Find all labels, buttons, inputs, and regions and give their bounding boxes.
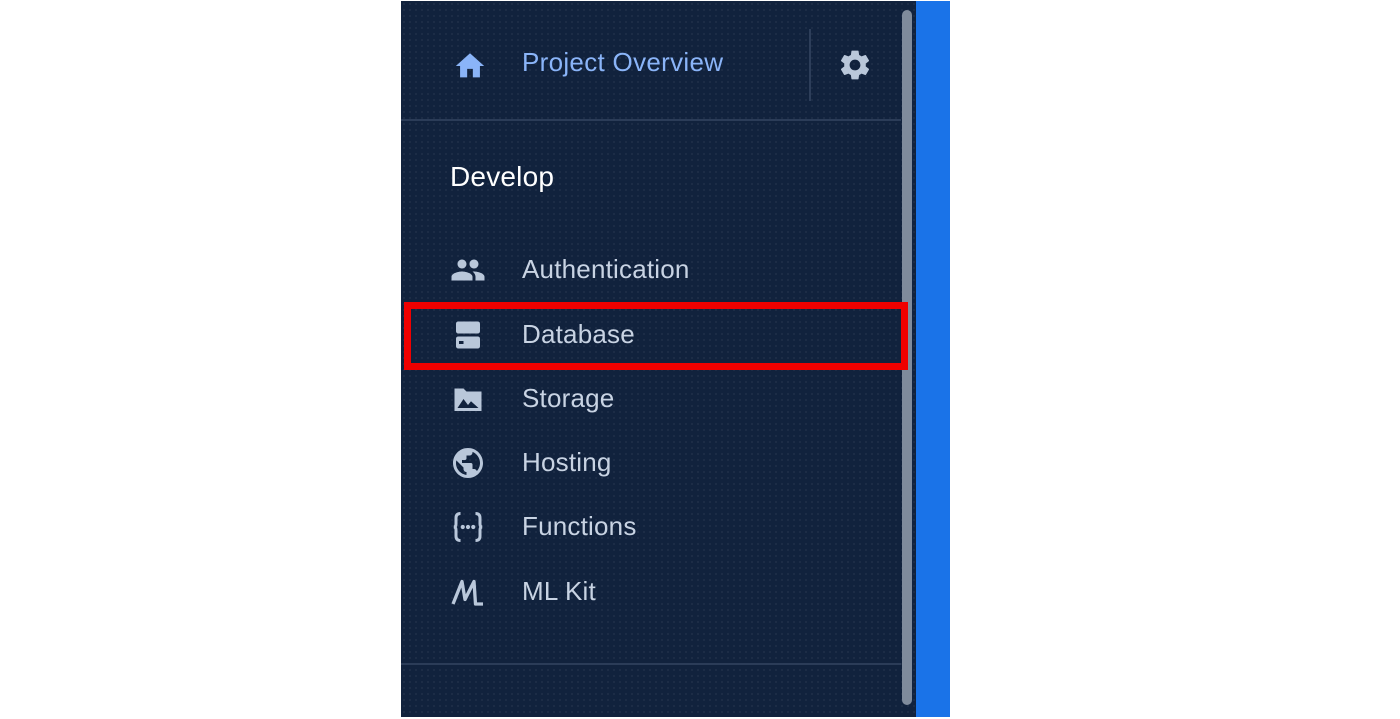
sidebar-item-label: Storage xyxy=(522,383,615,413)
screenshot-stage: Project Overview Develop Authentication … xyxy=(0,0,1400,719)
sidebar-item-label: Authentication xyxy=(522,254,690,284)
sidebar-item-ml-kit[interactable]: ML Kit xyxy=(401,560,901,624)
database-icon xyxy=(456,321,480,349)
people-icon xyxy=(451,259,485,281)
functions-icon xyxy=(453,512,483,542)
sidebar-scrollbar[interactable] xyxy=(902,10,912,705)
sidebar-item-storage[interactable]: Storage xyxy=(401,367,901,431)
sidebar-item-label: Functions xyxy=(522,511,637,541)
sidebar-item-database[interactable]: Database xyxy=(401,303,901,367)
header-divider xyxy=(809,29,811,101)
sidebar-item-authentication[interactable]: Authentication xyxy=(401,238,901,302)
develop-section-title: Develop xyxy=(450,161,555,192)
sidebar-item-functions[interactable]: Functions xyxy=(401,495,901,559)
gear-icon[interactable] xyxy=(837,47,873,83)
header-separator xyxy=(401,119,901,121)
image-folder-icon xyxy=(454,388,482,411)
home-icon[interactable] xyxy=(452,49,488,83)
navigation-sidebar: Project Overview Develop Authentication … xyxy=(401,1,916,717)
sidebar-item-label: ML Kit xyxy=(522,576,596,606)
section-separator xyxy=(401,663,901,665)
project-overview-link[interactable]: Project Overview xyxy=(522,47,723,78)
main-content-edge xyxy=(916,1,950,717)
ml-kit-icon xyxy=(451,579,483,606)
globe-icon xyxy=(453,448,483,478)
sidebar-item-hosting[interactable]: Hosting xyxy=(401,431,901,495)
sidebar-item-label: Hosting xyxy=(522,447,612,477)
sidebar-header: Project Overview xyxy=(401,1,901,121)
sidebar-item-label: Database xyxy=(522,319,635,349)
